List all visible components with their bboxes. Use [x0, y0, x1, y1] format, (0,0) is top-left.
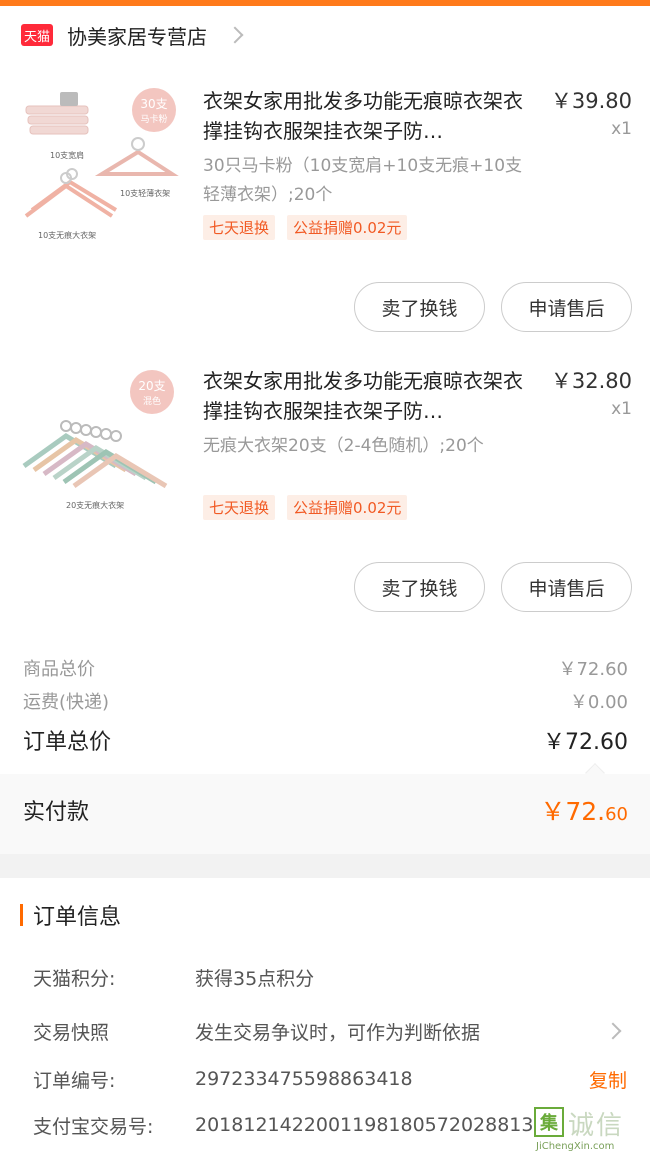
resell-button[interactable]: 卖了换钱 [354, 562, 485, 612]
info-key: 订单编号: [33, 1069, 116, 1092]
item-quantity: x1 [611, 119, 632, 139]
thumb-badge-top: 20支 [138, 379, 165, 393]
tmall-logo-icon: 天猫 [21, 24, 53, 46]
resell-button[interactable]: 卖了换钱 [354, 282, 485, 332]
paid-amount-box: 实付款 ￥72.60 [0, 763, 650, 854]
item-sku: 30只马卡粉（10支宽肩+10支无痕+10支轻薄衣架）;20个 [203, 156, 523, 205]
item-actions: 卖了换钱 申请售后 [338, 562, 632, 612]
after-sales-button[interactable]: 申请售后 [501, 282, 632, 332]
item-sku: 无痕大衣架20支（2-4色随机）;20个 [203, 436, 484, 456]
thumb-caption: 10支宽肩 [50, 150, 84, 160]
thumb-caption: 10支无痕大衣架 [38, 230, 96, 240]
thumb-badge-top: 30支 [140, 97, 167, 111]
goods-total-label: 商品总价 [23, 659, 95, 680]
order-info-title: 订单信息 [33, 905, 122, 930]
order-total-label: 订单总价 [23, 730, 112, 755]
after-sales-button[interactable]: 申请售后 [501, 562, 632, 612]
shipping-row: 运费(快递) ￥0.00 [23, 688, 628, 714]
thumb-badge-bottom: 马卡粉 [140, 113, 167, 125]
site-watermark: 集 诚信 JiChengXin.com [534, 1105, 642, 1155]
item-tags: 七天退换 公益捐赠0.02元 [203, 495, 419, 520]
item-title[interactable]: 衣架女家用批发多功能无痕晾衣架衣撑挂钩衣服架挂衣架子防… [203, 86, 538, 146]
item-quantity: x1 [611, 399, 632, 419]
paid-value-int: ￥72. [540, 797, 606, 826]
item-title[interactable]: 衣架女家用批发多功能无痕晾衣架衣撑挂钩衣服架挂衣架子防… [203, 366, 538, 426]
info-value: 获得35点积分 [195, 967, 315, 990]
item-price: ￥32.80 [550, 369, 632, 393]
goods-total-row: 商品总价 ￥72.60 [23, 655, 628, 681]
tag-charity: 公益捐赠0.02元 [287, 495, 408, 520]
item-price: ￥39.80 [550, 89, 632, 113]
product-thumbnail[interactable]: 20支 混色 20支无痕大衣架 [20, 366, 180, 526]
paid-value: ￥72.60 [540, 792, 628, 828]
order-info-header: 订单信息 [20, 900, 121, 930]
item-actions: 卖了换钱 申请售后 [338, 282, 632, 332]
snapshot-row[interactable]: 交易快照 发生交易争议时，可作为判断依据 [33, 1016, 633, 1046]
info-key: 天猫积分: [33, 967, 116, 990]
order-total-row: 订单总价 ￥72.60 [23, 724, 628, 756]
shipping-label: 运费(快递) [23, 692, 110, 713]
thumb-caption: 20支无痕大衣架 [66, 500, 124, 510]
watermark-logo: 集 [534, 1107, 564, 1137]
alipay-trade-number: 2018121422001198180572028813 [195, 1114, 534, 1136]
store-name[interactable]: 协美家居专营店 [67, 21, 207, 50]
order-total-value: ￥72.60 [543, 730, 628, 755]
paid-value-dec: 60 [605, 804, 628, 825]
store-header[interactable]: 天猫 协美家居专营店 [0, 6, 650, 64]
pointer-notch [585, 763, 605, 783]
order-number: 297233475598863418 [195, 1068, 413, 1090]
shipping-value: ￥0.00 [569, 692, 628, 713]
chevron-right-icon [604, 1022, 622, 1040]
info-value: 发生交易争议时，可作为判断依据 [195, 1021, 481, 1044]
points-row: 天猫积分: 获得35点积分 [33, 962, 633, 992]
product-thumbnail[interactable]: 30支 马卡粉 10支宽肩 10支轻薄衣架 10支无痕大衣架 [20, 86, 180, 246]
item-tags: 七天退换 公益捐赠0.02元 [203, 215, 419, 240]
watermark-url: JiChengXin.com [536, 1141, 615, 1152]
order-number-row: 订单编号: 297233475598863418 复制 [33, 1064, 633, 1094]
chevron-right-icon [226, 26, 244, 44]
paid-label: 实付款 [23, 800, 90, 825]
info-key: 支付宝交易号: [33, 1115, 154, 1138]
section-accent-bar [20, 904, 23, 926]
info-key: 交易快照 [33, 1021, 110, 1044]
thumb-caption: 10支轻薄衣架 [120, 188, 170, 198]
copy-button[interactable]: 复制 [589, 1066, 627, 1093]
tag-return: 七天退换 [203, 215, 276, 240]
tag-charity: 公益捐赠0.02元 [287, 215, 408, 240]
tag-return: 七天退换 [203, 495, 276, 520]
section-divider [0, 854, 650, 878]
watermark-text: 诚信 [568, 1111, 625, 1141]
goods-total-value: ￥72.60 [558, 659, 628, 680]
thumb-badge-bottom: 混色 [143, 395, 161, 407]
